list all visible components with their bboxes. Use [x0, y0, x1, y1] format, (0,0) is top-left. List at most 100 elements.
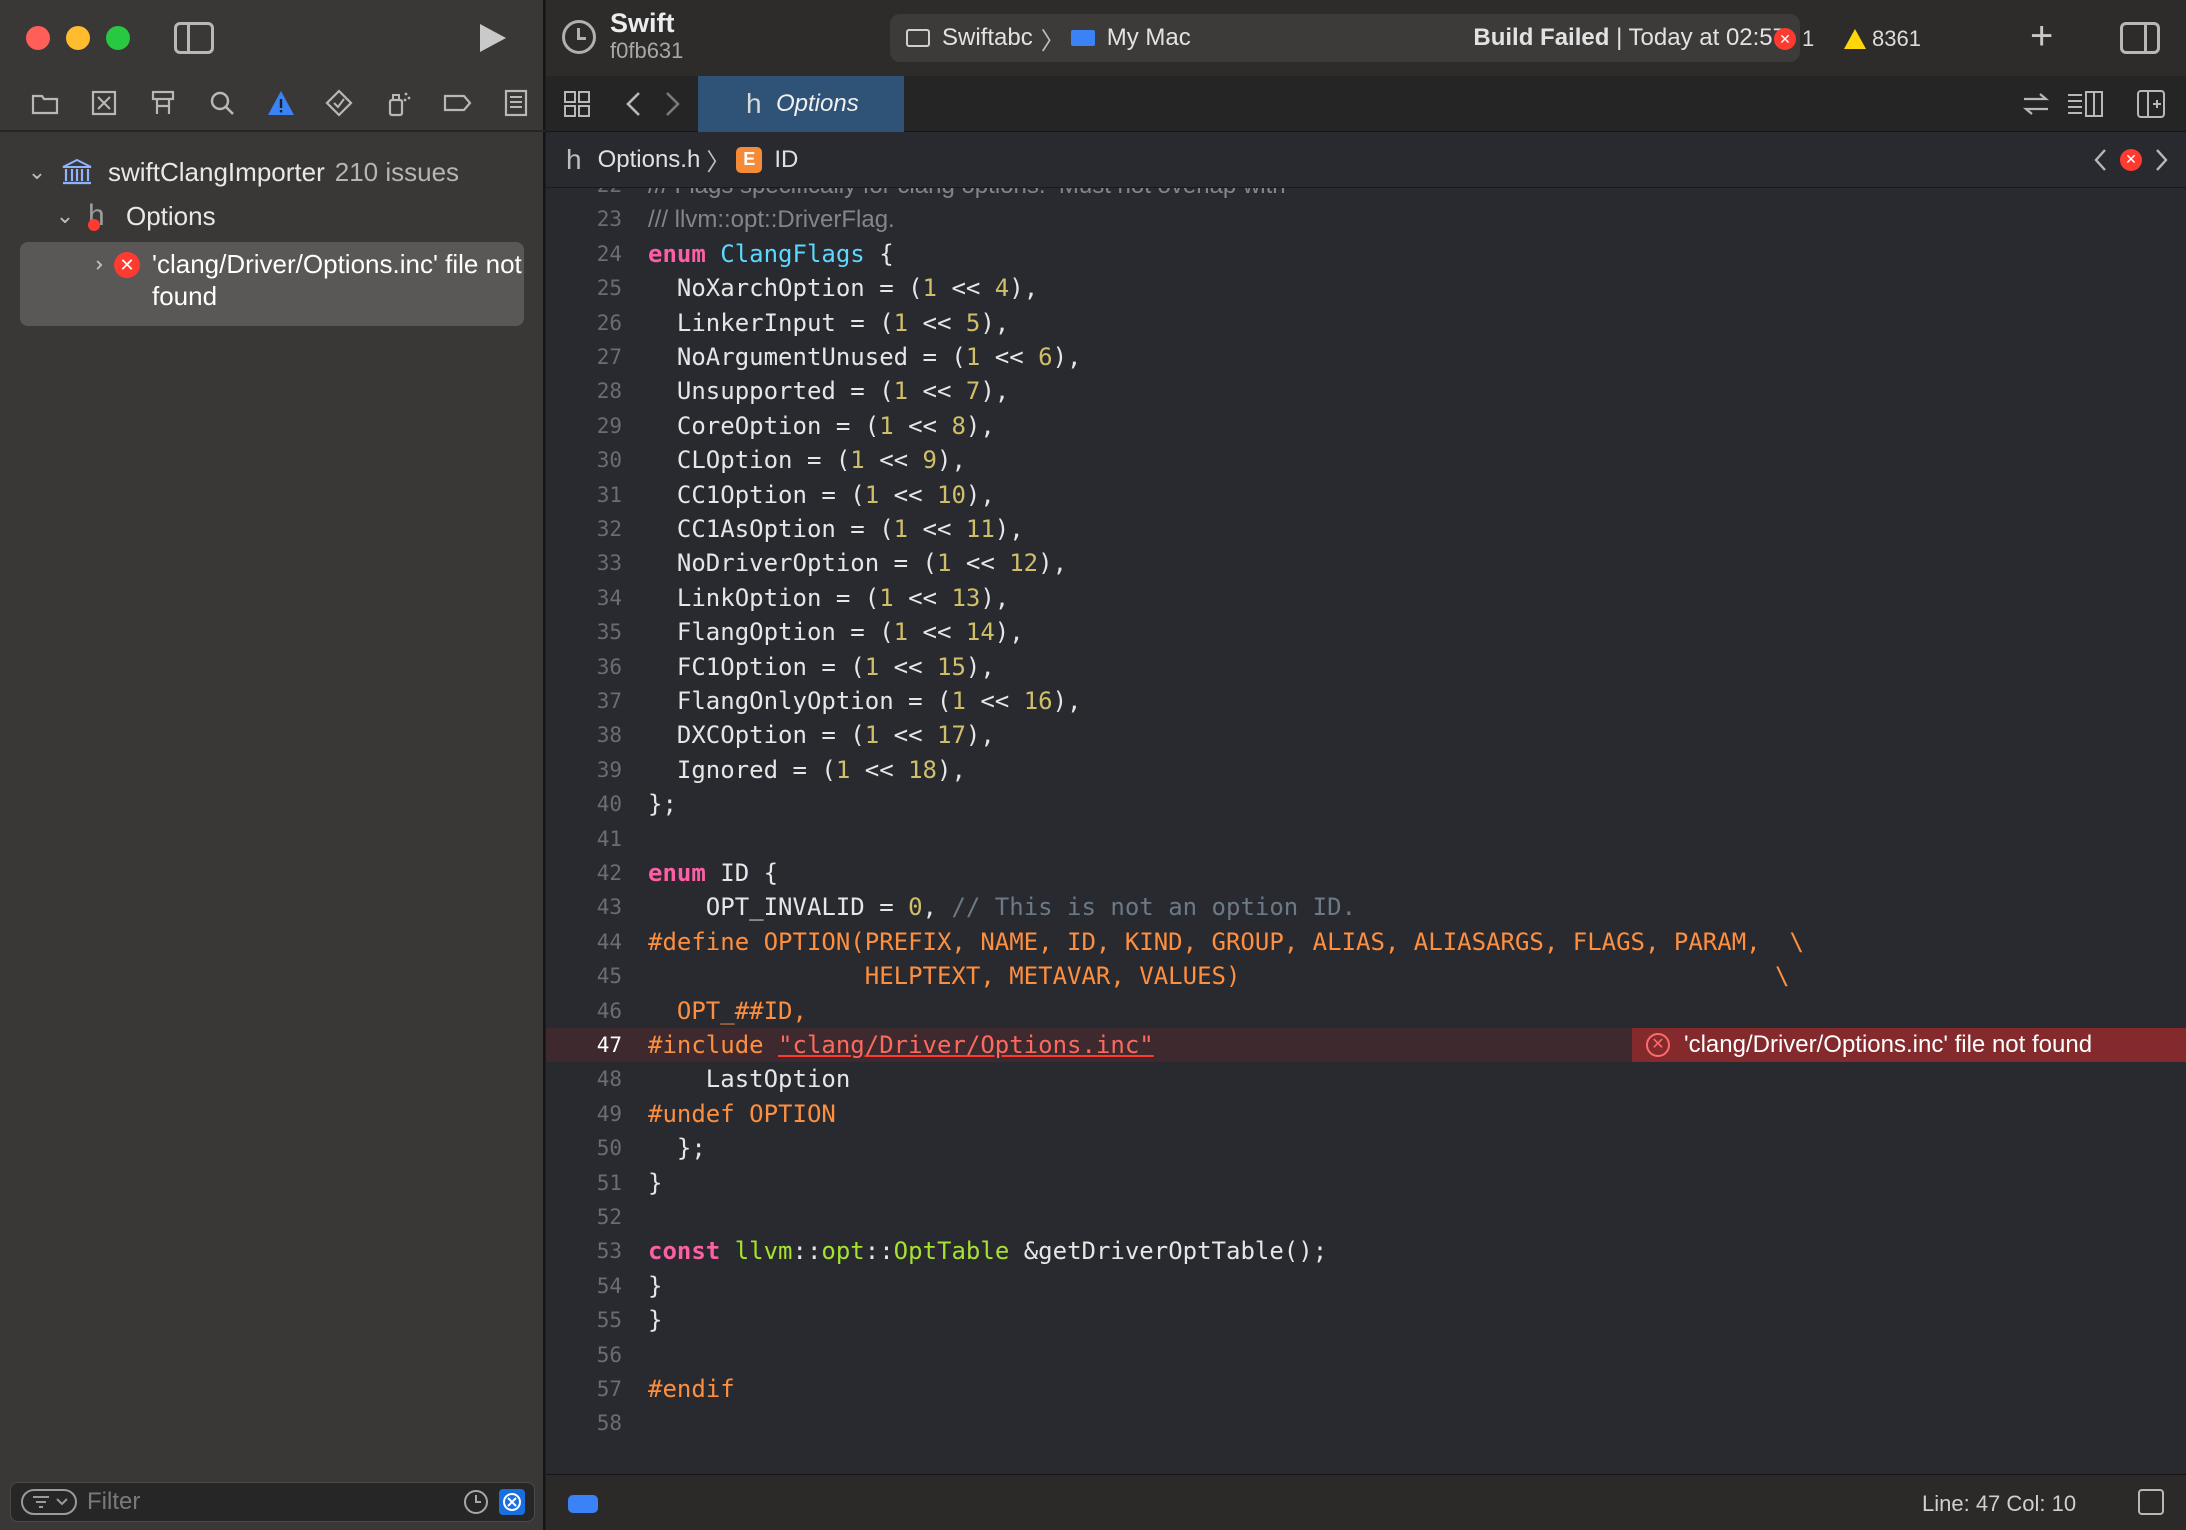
code-line[interactable]: 55}: [546, 1303, 2186, 1337]
code-line[interactable]: 39 Ignored = (1 << 18),: [546, 753, 2186, 787]
line-number: 45: [596, 964, 622, 989]
chevron-right-icon[interactable]: ⌄: [82, 254, 108, 276]
code-line[interactable]: 52: [546, 1200, 2186, 1234]
filter-input[interactable]: [87, 1488, 447, 1516]
play-icon: [480, 24, 506, 52]
minimize-window-button[interactable]: [66, 26, 90, 50]
code-line[interactable]: 31 CC1Option = (1 << 10),: [546, 478, 2186, 512]
breakpoint-navigator-button[interactable]: [427, 75, 486, 131]
console-toggle-icon[interactable]: [2138, 1489, 2164, 1515]
line-number: 48: [596, 1067, 622, 1092]
line-number: 33: [596, 551, 622, 576]
source-control-navigator-button[interactable]: [75, 75, 134, 131]
code-line[interactable]: 51}: [546, 1166, 2186, 1200]
scheme-selector[interactable]: Swiftabc: [942, 24, 1033, 52]
issue-error-icon[interactable]: ✕: [2120, 148, 2142, 171]
forward-chevron-icon[interactable]: [660, 89, 684, 119]
code-line[interactable]: 35 FlangOption = (1 << 14),: [546, 615, 2186, 649]
warning-count-button[interactable]: 8361: [1844, 26, 1921, 52]
code-line[interactable]: 53 const llvm::opt::OptTable &getDriverOp…: [546, 1234, 2186, 1268]
code-line[interactable]: 44 #define OPTION(PREFIX, NAME, ID, KIND,…: [546, 925, 2186, 959]
code-line[interactable]: 56: [546, 1338, 2186, 1372]
filter-options-icon[interactable]: [21, 1488, 77, 1516]
history-clock-icon[interactable]: [562, 20, 596, 54]
code-line[interactable]: 32 CC1AsOption = (1 << 11),: [546, 512, 2186, 546]
code-line[interactable]: 28 Unsupported = (1 << 7),: [546, 374, 2186, 408]
code-line[interactable]: 29 CoreOption = (1 << 8),: [546, 409, 2186, 443]
run-button[interactable]: [474, 20, 510, 56]
line-number: 42: [596, 861, 622, 885]
code-line[interactable]: 23 /// llvm::opt::DriverFlag.: [546, 202, 2186, 236]
symbol-navigator-button[interactable]: [134, 75, 193, 131]
issue-group-row[interactable]: ⌄ swiftClangImporter 210 issues: [0, 150, 545, 194]
code-line[interactable]: 54}: [546, 1269, 2186, 1303]
code-text: NoArgumentUnused = (1 << 6),: [648, 343, 1082, 371]
debug-navigator-button[interactable]: [369, 75, 428, 131]
warning-triangle-icon: [1844, 29, 1866, 49]
code-line[interactable]: 48 LastOption: [546, 1062, 2186, 1096]
code-text: }: [648, 1271, 663, 1300]
code-line[interactable]: 40};: [546, 787, 2186, 821]
issues-filter-toggle-icon[interactable]: [498, 1488, 526, 1516]
jumpbar-file[interactable]: Options.h: [598, 146, 701, 174]
tab-label: Options: [776, 90, 859, 117]
recent-clock-icon[interactable]: [462, 1488, 490, 1516]
chevron-down-icon[interactable]: ⌄: [54, 203, 76, 229]
grid-related-items-icon[interactable]: [562, 89, 592, 119]
line-number: 44: [596, 929, 622, 954]
code-text: FlangOption = (1 << 14),: [648, 618, 1024, 647]
code-line[interactable]: 47 #include "clang/Driver/Options.inc" ✕ 'c…: [546, 1028, 2186, 1062]
inspector-toggle-icon[interactable]: [2120, 22, 2160, 54]
issue-navigator-button[interactable]: [251, 75, 310, 131]
code-line[interactable]: 22 /// Flags specifically for clang optio…: [546, 188, 2186, 202]
line-number: 52: [596, 1205, 622, 1229]
line-number: 46: [596, 998, 622, 1023]
code-line[interactable]: 30 CLOption = (1 << 9),: [546, 443, 2186, 477]
folder-icon: [32, 94, 59, 115]
code-line[interactable]: 50 };: [546, 1131, 2186, 1165]
error-count-button[interactable]: ✕ 1: [1774, 26, 1814, 52]
code-line[interactable]: 37 FlangOnlyOption = (1 << 16),: [546, 684, 2186, 718]
warning-count: 8361: [1872, 26, 1921, 51]
code-line[interactable]: 36 FC1Option = (1 << 15),: [546, 650, 2186, 684]
code-line[interactable]: 42 enum ID {: [546, 856, 2186, 890]
editor-options-icon[interactable]: [2066, 89, 2104, 119]
debug-area-toggle-icon[interactable]: [568, 1495, 598, 1513]
test-navigator-button[interactable]: [310, 75, 369, 131]
report-list-icon: [504, 89, 527, 117]
inline-error-annotation[interactable]: ✕ 'clang/Driver/Options.inc' file not fou…: [1632, 1028, 2186, 1062]
code-line[interactable]: 24 enum ClangFlags {: [546, 237, 2186, 271]
back-chevron-icon[interactable]: [622, 89, 646, 119]
code-line[interactable]: 26 LinkerInput = (1 << 5),: [546, 306, 2186, 340]
code-line[interactable]: 45 HELPTEXT, METAVAR, VALUES) \: [546, 959, 2186, 993]
tab-options[interactable]: h Options: [698, 76, 904, 132]
code-line[interactable]: 38 DXCOption = (1 << 17),: [546, 718, 2186, 752]
code-line[interactable]: 43 OPT_INVALID = 0, // This is not an op…: [546, 890, 2186, 924]
previous-issue-chevron-icon[interactable]: [2090, 146, 2112, 174]
code-line[interactable]: 57 #endif: [546, 1372, 2186, 1406]
source-editor[interactable]: 22 /// Flags specifically for clang optio…: [546, 188, 2186, 1474]
swap-arrows-icon[interactable]: [2020, 89, 2052, 119]
code-line[interactable]: 27 NoArgumentUnused = (1 << 6),: [546, 340, 2186, 374]
project-navigator-button[interactable]: [16, 75, 75, 131]
code-line[interactable]: 49 #undef OPTION: [546, 1097, 2186, 1131]
code-line[interactable]: 33 NoDriverOption = (1 << 12),: [546, 546, 2186, 580]
code-line[interactable]: 46 OPT_##ID,: [546, 994, 2186, 1028]
zoom-window-button[interactable]: [106, 26, 130, 50]
issue-file-row[interactable]: ⌄ h Options: [0, 194, 545, 238]
next-issue-chevron-icon[interactable]: [2150, 146, 2172, 174]
code-line[interactable]: 25 NoXarchOption = (1 << 4),: [546, 271, 2186, 305]
add-editor-split-icon[interactable]: [2136, 89, 2166, 119]
close-window-button[interactable]: [26, 26, 50, 50]
destination-selector[interactable]: My Mac: [1107, 24, 1191, 52]
report-navigator-button[interactable]: [486, 75, 545, 131]
code-line[interactable]: 34 LinkOption = (1 << 13),: [546, 581, 2186, 615]
jumpbar-symbol[interactable]: ID: [774, 146, 798, 174]
code-line[interactable]: 58: [546, 1406, 2186, 1440]
issue-item-selected[interactable]: ⌄ ✕ 'clang/Driver/Options.inc' file not …: [20, 242, 524, 326]
find-navigator-button[interactable]: [192, 75, 251, 131]
sidebar-toggle-icon[interactable]: [174, 22, 214, 54]
add-library-plus-icon[interactable]: +: [2030, 14, 2053, 59]
chevron-down-icon[interactable]: ⌄: [26, 159, 48, 185]
code-line[interactable]: 41: [546, 822, 2186, 856]
